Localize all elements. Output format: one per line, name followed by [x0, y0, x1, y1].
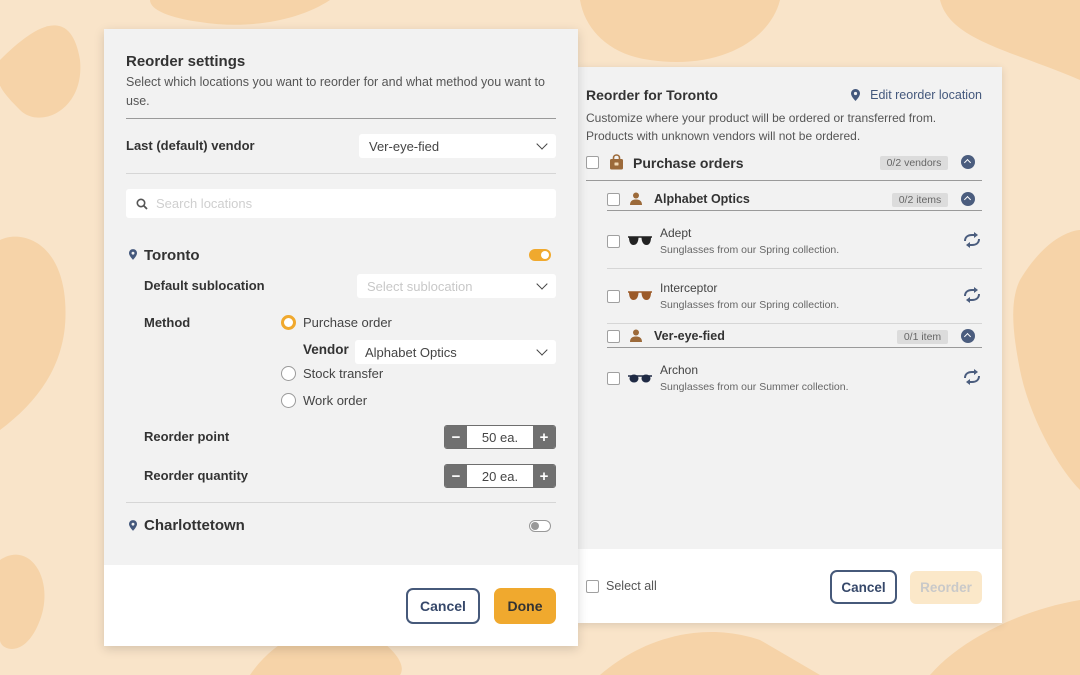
divider — [126, 173, 556, 174]
sunglasses-icon — [628, 236, 652, 245]
collapse-purchase-orders-icon[interactable] — [961, 155, 975, 169]
location-name: Charlottetown — [144, 517, 245, 534]
location-pin-icon — [129, 249, 137, 260]
search-icon — [136, 197, 148, 210]
item-checkbox[interactable] — [607, 372, 620, 385]
person-icon — [630, 192, 642, 205]
reorder-quantity-label: Reorder quantity — [144, 468, 249, 483]
transfer-arrows-icon[interactable] — [962, 232, 982, 248]
sublocation-label: Default sublocation — [144, 278, 265, 293]
reorder-point-stepper: − 50 ea. + — [444, 425, 556, 449]
cancel-button[interactable]: Cancel — [830, 570, 897, 604]
item-description: Sunglasses from our Summer collection. — [660, 381, 849, 393]
panel-description: Customize where your product will be ord… — [586, 111, 937, 143]
items-count-badge: 0/2 items — [892, 193, 948, 207]
vendors-count-badge: 0/2 vendors — [880, 156, 948, 170]
radio-stock-transfer[interactable] — [281, 366, 296, 381]
vendor-label: Vendor — [303, 342, 349, 357]
panel-title: Reorder for Toronto — [586, 87, 718, 103]
purchase-orders-checkbox[interactable] — [586, 156, 599, 169]
increment-button[interactable]: + — [533, 465, 555, 487]
divider — [126, 502, 556, 503]
item-name: Adept — [660, 226, 692, 240]
search-input[interactable] — [156, 196, 536, 211]
reorder-point-value[interactable]: 50 ea. — [467, 426, 533, 448]
location-toggle[interactable] — [529, 520, 551, 532]
method-option-label: Purchase order — [303, 315, 392, 330]
search-bar — [126, 189, 556, 218]
panel-title: Reorder settings — [126, 53, 246, 70]
reorder-button[interactable]: Reorder — [910, 571, 982, 604]
item-description: Sunglasses from our Spring collection. — [660, 244, 840, 256]
method-option-label: Work order — [303, 393, 368, 408]
sunglasses-icon — [628, 374, 652, 383]
item-name: Archon — [660, 363, 699, 377]
panel-description: Select which locations you want to reord… — [126, 75, 545, 108]
collapse-vendor-icon[interactable] — [961, 192, 975, 206]
reorder-quantity-value[interactable]: 20 ea. — [467, 465, 533, 487]
increment-button[interactable]: + — [533, 426, 555, 448]
reorder-items-panel: Reorder for Toronto Edit reorder locatio… — [578, 67, 1002, 623]
item-checkbox[interactable] — [607, 235, 620, 248]
left-panel-footer: Cancel Done — [104, 565, 578, 646]
purchase-orders-label: Purchase orders — [633, 155, 744, 171]
select-all-checkbox[interactable] — [586, 580, 599, 593]
divider — [607, 268, 982, 269]
select-placeholder: Select sublocation — [367, 278, 473, 294]
select-value: Ver-eye-fied — [369, 138, 440, 154]
divider — [586, 180, 982, 181]
default-vendor-label: Last (default) vendor — [126, 138, 255, 153]
vendor-checkbox[interactable] — [607, 330, 620, 343]
decrement-button[interactable]: − — [445, 426, 467, 448]
transfer-arrows-icon[interactable] — [962, 287, 982, 303]
edit-reorder-location-link[interactable]: Edit reorder location — [851, 88, 982, 102]
reorder-settings-panel: Reorder settings Select which locations … — [104, 29, 578, 646]
chevron-down-icon — [536, 278, 548, 290]
sublocation-select[interactable]: Select sublocation — [357, 274, 556, 298]
divider — [607, 347, 982, 348]
divider — [126, 118, 556, 119]
radio-work-order[interactable] — [281, 393, 296, 408]
reorder-point-label: Reorder point — [144, 429, 230, 444]
location-name: Toronto — [144, 247, 200, 264]
items-count-badge: 0/1 item — [897, 330, 948, 344]
method-label: Method — [144, 315, 191, 330]
method-option-label: Stock transfer — [303, 366, 384, 381]
divider — [607, 323, 982, 324]
done-button[interactable]: Done — [494, 588, 556, 624]
vendor-name: Ver-eye-fied — [654, 329, 725, 343]
right-panel-footer: Select all Cancel Reorder — [578, 549, 1002, 623]
shopping-bag-icon — [610, 154, 623, 170]
location-pin-icon — [129, 520, 137, 531]
select-value: Alphabet Optics — [365, 344, 457, 360]
vendor-checkbox[interactable] — [607, 193, 620, 206]
vendor-name: Alphabet Optics — [654, 192, 750, 206]
item-name: Interceptor — [660, 281, 718, 295]
reorder-quantity-stepper: − 20 ea. + — [444, 464, 556, 488]
location-toggle[interactable] — [529, 249, 551, 261]
person-icon — [630, 329, 642, 342]
chevron-down-icon — [536, 138, 548, 150]
item-checkbox[interactable] — [607, 290, 620, 303]
vendor-select[interactable]: Alphabet Optics — [355, 340, 556, 364]
decrement-button[interactable]: − — [445, 465, 467, 487]
select-all-label: Select all — [606, 579, 657, 593]
collapse-vendor-icon[interactable] — [961, 329, 975, 343]
sunglasses-icon — [628, 291, 652, 300]
chevron-down-icon — [536, 344, 548, 356]
divider — [607, 210, 982, 211]
cancel-button[interactable]: Cancel — [406, 588, 480, 624]
location-pin-icon — [851, 89, 861, 101]
radio-purchase-order[interactable] — [281, 315, 296, 330]
item-description: Sunglasses from our Spring collection. — [660, 299, 840, 311]
edit-link-label: Edit reorder location — [870, 88, 982, 102]
transfer-arrows-icon[interactable] — [962, 369, 982, 385]
default-vendor-select[interactable]: Ver-eye-fied — [359, 134, 556, 158]
